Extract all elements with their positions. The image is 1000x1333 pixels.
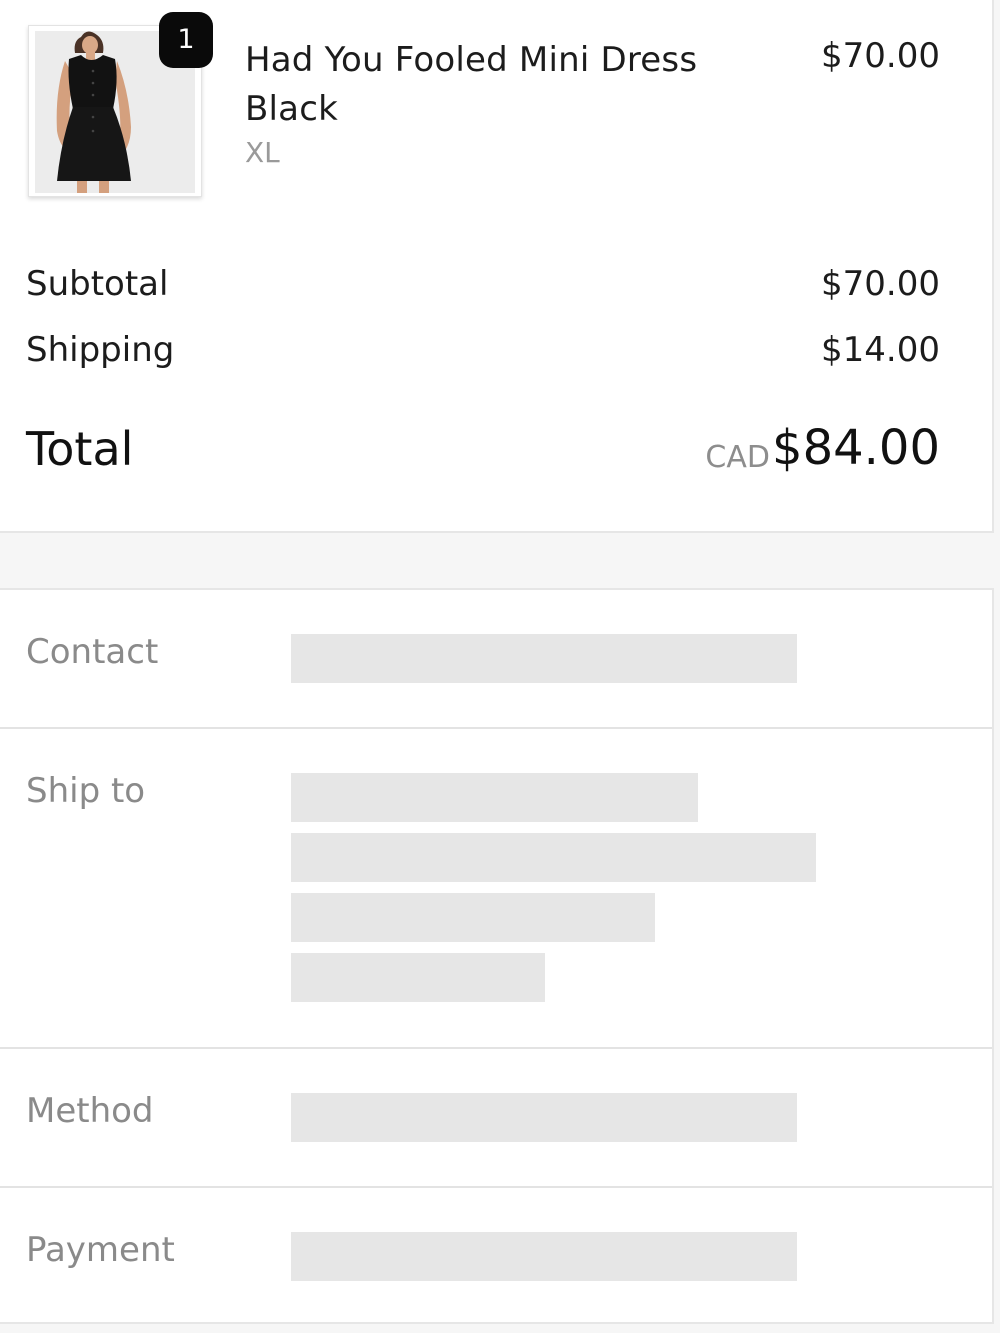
total-currency: CAD <box>705 440 770 475</box>
address-line-redacted <box>291 893 655 942</box>
review-row-method: Method <box>0 1049 992 1188</box>
contact-label: Contact <box>26 632 159 672</box>
ship-to-label: Ship to <box>26 771 146 811</box>
subtotal-label: Subtotal <box>26 264 169 304</box>
payment-label: Payment <box>26 1230 175 1270</box>
contact-redacted-value <box>291 634 797 683</box>
total-value: $84.00 <box>772 420 940 476</box>
product-name: Had You Fooled Mini Dress Black <box>245 40 698 129</box>
review-row-ship-to: Ship to <box>0 729 992 1049</box>
product-price: $70.00 <box>821 36 940 76</box>
payment-redacted-value <box>291 1232 797 1281</box>
subtotal-value: $70.00 <box>821 264 940 304</box>
address-line-redacted <box>291 773 698 822</box>
method-label: Method <box>26 1091 154 1131</box>
total-label: Total <box>26 422 134 476</box>
address-line-redacted <box>291 833 816 882</box>
checkout-review-card: Contact Ship to Method Payment <box>0 588 994 1324</box>
review-row-contact: Contact <box>0 590 992 729</box>
quantity-badge: 1 <box>159 12 213 68</box>
product-variant: XL <box>245 136 280 169</box>
method-redacted-value <box>291 1093 797 1142</box>
address-line-redacted <box>291 953 545 1002</box>
shipping-label: Shipping <box>26 330 175 370</box>
review-row-payment: Payment <box>0 1188 992 1324</box>
order-summary-card: 1 Had You Fooled Mini Dress Black XL $70… <box>0 0 994 533</box>
shipping-value: $14.00 <box>821 330 940 370</box>
